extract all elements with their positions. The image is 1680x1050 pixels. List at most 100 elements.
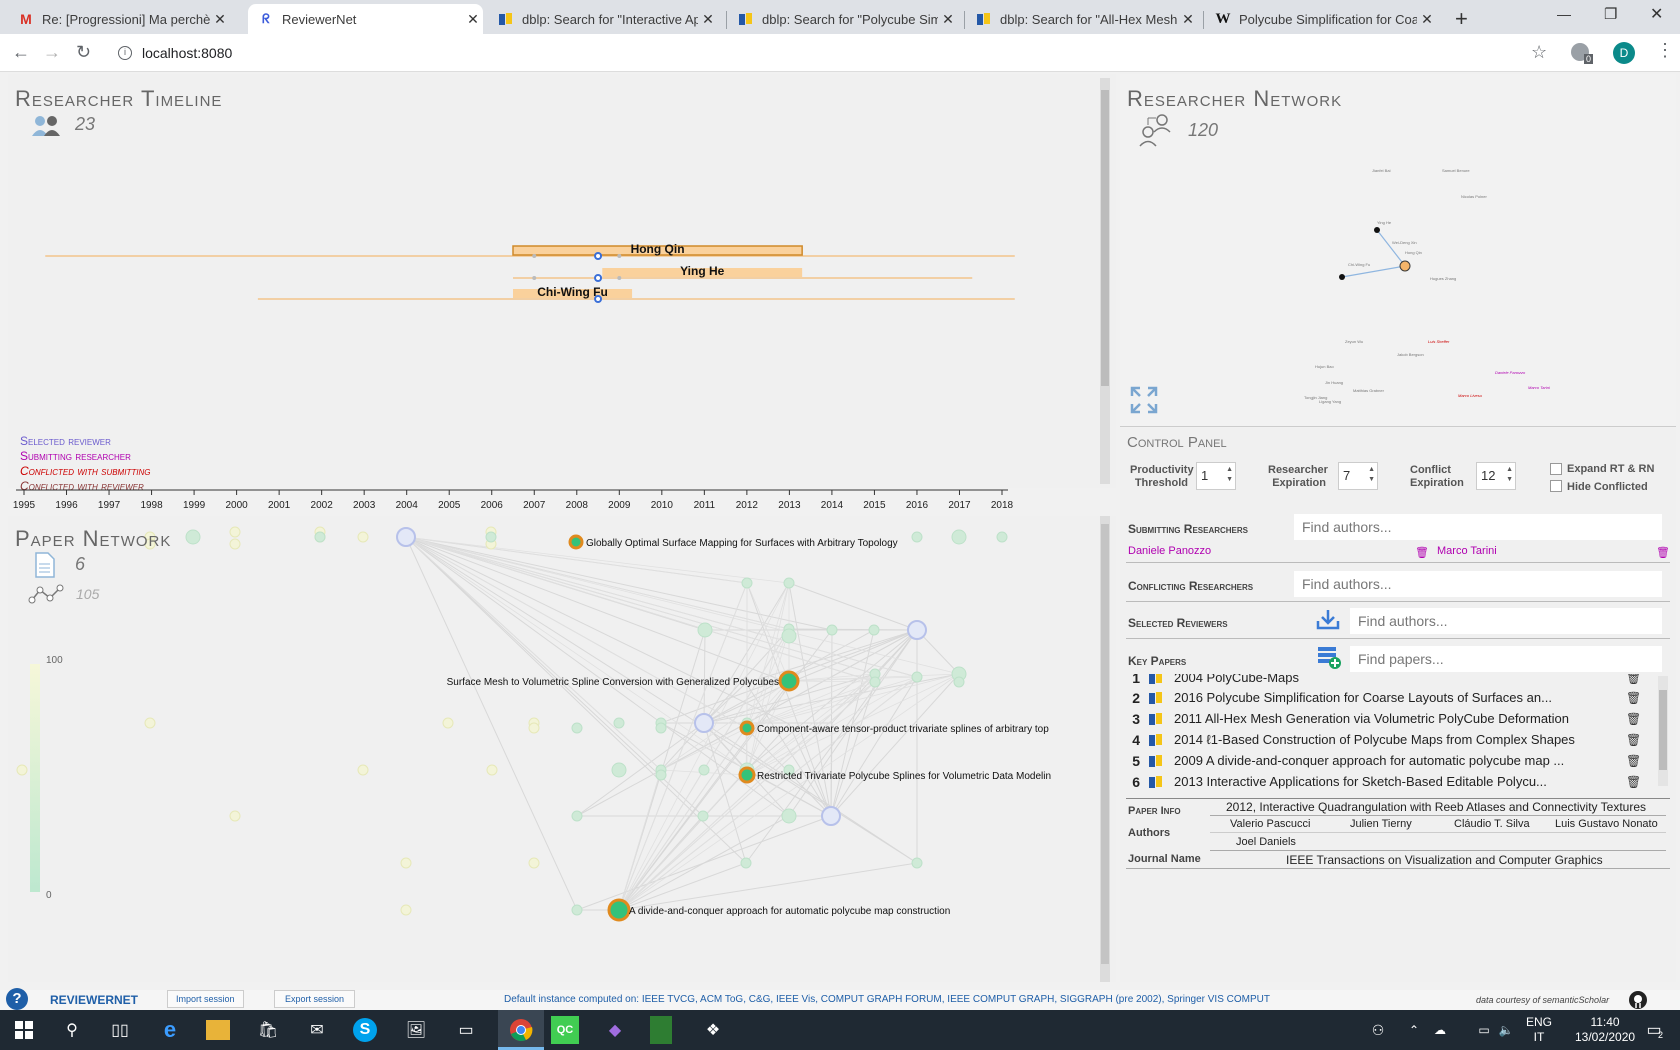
profile-avatar[interactable]: D: [1613, 42, 1635, 64]
key-paper-row[interactable]: 4 2014 ℓ1-Based Construction of Polycube …: [1128, 729, 1641, 750]
researcher-node-label[interactable]: Chi-Wing Fu: [1348, 262, 1370, 267]
trash-icon[interactable]: 🗑: [1626, 691, 1641, 705]
author-name[interactable]: Joel Daniels: [1236, 836, 1296, 848]
paper-node[interactable]: [911, 671, 923, 683]
paper-node[interactable]: [655, 769, 667, 781]
close-icon[interactable]: ✕: [1178, 11, 1198, 28]
author-name[interactable]: Cláudio T. Silva: [1454, 818, 1530, 830]
key-paper-row[interactable]: 2 2016 Polycube Simplification for Coarse…: [1128, 687, 1641, 708]
paper-node[interactable]: [144, 717, 156, 729]
researcher-node-label[interactable]: Marco Tarini: [1528, 385, 1550, 390]
key-paper-label[interactable]: Surface Mesh to Volumetric Spline Conver…: [447, 677, 779, 688]
reviewer-search-input[interactable]: Find authors...: [1350, 608, 1662, 634]
conflicting-search-input[interactable]: Find authors...: [1294, 571, 1662, 597]
key-paper-node[interactable]: [607, 898, 631, 922]
scroll-thumb[interactable]: [1101, 524, 1109, 964]
author-name[interactable]: Luis Gustavo Nonato: [1555, 818, 1658, 830]
volume-icon[interactable]: 🔈: [1492, 1016, 1520, 1044]
paper-node[interactable]: [783, 577, 795, 589]
researcher-node-label[interactable]: Hong Qin: [1405, 250, 1422, 255]
download-icon[interactable]: [1316, 608, 1340, 635]
trash-icon[interactable]: 🗑: [1626, 775, 1641, 789]
key-paper-node[interactable]: [738, 766, 756, 784]
paper-node[interactable]: [781, 808, 797, 824]
minimize-button[interactable]: —: [1557, 6, 1571, 22]
trash-icon[interactable]: 🗑: [1656, 546, 1670, 559]
researcher-node-label[interactable]: Jin Huang: [1325, 380, 1343, 385]
paper-node[interactable]: [229, 538, 241, 550]
skype-icon[interactable]: S: [353, 1018, 377, 1042]
import-session-button[interactable]: Import session: [167, 990, 244, 1008]
tab-wikipedia[interactable]: W Polycube Simplification for Coars ✕: [1205, 4, 1437, 34]
researcher-node-label[interactable]: Marco Livesu: [1458, 393, 1483, 398]
clock[interactable]: 11:40 13/02/2020: [1575, 1015, 1635, 1045]
tab-dblp-2[interactable]: dblp: Search for "Polycube Simpl ✕: [728, 4, 958, 34]
paper-node[interactable]: [571, 722, 583, 734]
file-explorer-icon[interactable]: [206, 1020, 230, 1040]
hide-conflicted-checkbox[interactable]: [1550, 480, 1562, 492]
task-view-icon[interactable]: ▯▯: [106, 1016, 134, 1044]
submitting-search-input[interactable]: Find authors...: [1294, 514, 1662, 540]
paper-node[interactable]: [951, 529, 967, 545]
paper-node[interactable]: [953, 676, 965, 688]
forward-icon[interactable]: →: [43, 42, 61, 63]
researcher-node-label[interactable]: Jianfei Bai: [1372, 168, 1391, 173]
paper-node[interactable]: [655, 722, 667, 734]
scroll-thumb[interactable]: [1659, 690, 1667, 770]
researcher-node-label[interactable]: Jakob Bergson: [1397, 352, 1424, 357]
paper-node[interactable]: [571, 810, 583, 822]
notifications-icon[interactable]: ▭: [1640, 1016, 1668, 1044]
bookmark-star-icon[interactable]: ☆: [1531, 42, 1547, 63]
tab-gmail[interactable]: M Re: [Progressioni] Ma perchè? (Fw ✕: [8, 4, 230, 34]
paper-network-graph[interactable]: Globally Optimal Surface Mapping for Sur…: [8, 516, 1098, 982]
researcher-node-label[interactable]: Wei-Deng Xin: [1392, 240, 1417, 245]
stepper-arrows-icon[interactable]: ▲ ▼: [1368, 465, 1375, 485]
researcher-node-label[interactable]: Matthias Grabner: [1353, 388, 1385, 393]
researcher-node[interactable]: [1399, 260, 1411, 272]
reviewer-paper-node[interactable]: [821, 806, 841, 826]
paper-node[interactable]: [528, 722, 540, 734]
researcher-name[interactable]: Hong Qin: [631, 242, 685, 256]
paper-node[interactable]: [185, 529, 201, 545]
stepper-arrows-icon[interactable]: ▲ ▼: [1226, 465, 1233, 485]
paper-node[interactable]: [741, 577, 753, 589]
paper-node[interactable]: [229, 526, 241, 538]
researcher-node-label[interactable]: Daniele Panozzo: [1495, 370, 1526, 375]
close-icon[interactable]: ✕: [463, 11, 483, 28]
people-icon[interactable]: ⚇: [1364, 1016, 1392, 1044]
key-paper-label[interactable]: Restricted Trivariate Polycube Splines f…: [757, 771, 1051, 782]
close-icon[interactable]: ✕: [698, 11, 718, 28]
productivity-stepper[interactable]: 1 ▲ ▼: [1196, 462, 1236, 490]
url-field[interactable]: i localhost:8080: [108, 38, 1558, 68]
paper-node[interactable]: [613, 717, 625, 729]
qt-creator-icon[interactable]: QC: [551, 1016, 579, 1044]
trash-icon[interactable]: 🗑: [1626, 733, 1641, 747]
tab-reviewernet[interactable]: ᖇ ReviewerNet ✕: [248, 4, 483, 34]
paper-node[interactable]: [229, 810, 241, 822]
key-paper-label[interactable]: Globally Optimal Surface Mapping for Sur…: [586, 538, 898, 549]
trash-icon[interactable]: 🗑: [1626, 674, 1641, 685]
researcher-node-label[interactable]: Samuel Benure: [1442, 168, 1470, 173]
stepper-arrows-icon[interactable]: ▲ ▼: [1506, 465, 1513, 485]
cloud-icon[interactable]: ☁: [1426, 1016, 1454, 1044]
paper-node[interactable]: [485, 531, 497, 543]
store-icon[interactable]: 🛍: [254, 1016, 282, 1044]
paper-node[interactable]: [357, 531, 369, 543]
reviewer-paper-node[interactable]: [396, 527, 416, 547]
help-icon[interactable]: ?: [6, 988, 28, 1010]
paper-node[interactable]: [697, 622, 713, 638]
expiration-stepper[interactable]: 7 ▲ ▼: [1338, 462, 1378, 490]
researcher-node-label[interactable]: Luis Sheffer: [1428, 339, 1450, 344]
edge-icon[interactable]: e: [156, 1016, 184, 1044]
paper-node[interactable]: [16, 764, 28, 776]
paper-node[interactable]: [314, 531, 326, 543]
tab-dblp-3[interactable]: dblp: Search for "All-Hex Mesh G ✕: [966, 4, 1198, 34]
search-icon[interactable]: ⚲: [58, 1016, 86, 1044]
export-session-button[interactable]: Export session: [274, 990, 356, 1008]
chrome-icon[interactable]: [507, 1016, 535, 1044]
researcher-node-label[interactable]: Hujun Bao: [1315, 364, 1334, 369]
submitting-author[interactable]: Marco Tarini: [1437, 545, 1497, 557]
key-paper-marker[interactable]: [594, 252, 603, 260]
key-paper-row[interactable]: 3 2011 All-Hex Mesh Generation via Volume…: [1128, 708, 1641, 729]
close-window-button[interactable]: ✕: [1650, 4, 1663, 24]
